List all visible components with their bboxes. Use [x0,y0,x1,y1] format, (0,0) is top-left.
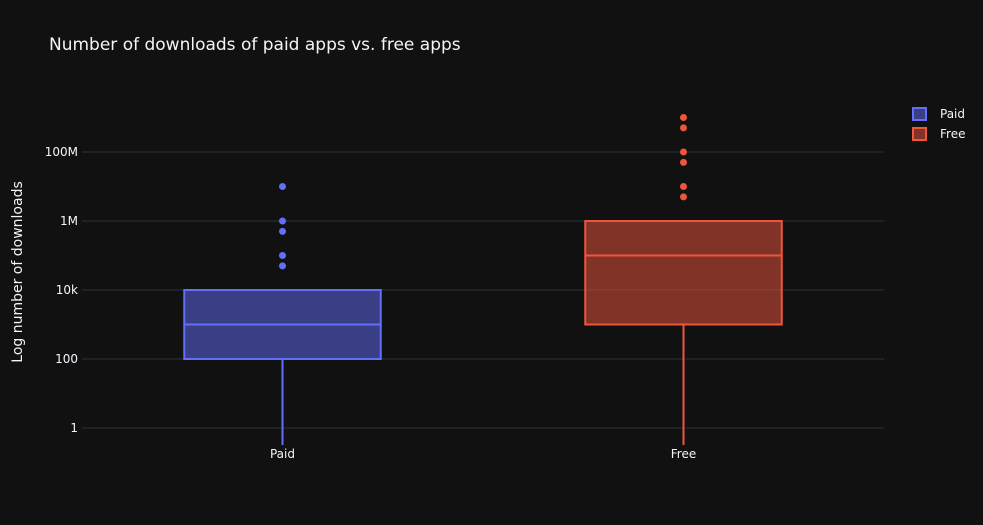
outlier-point [279,262,286,270]
outlier-point [680,148,687,156]
outlier-point [680,158,687,166]
outlier-point [680,114,687,121]
chart-background [0,0,983,525]
box-iqr [584,220,783,326]
x-tick-label: Free [671,447,696,461]
y-tick-label: 1 [70,421,78,435]
outlier-point [279,252,286,259]
y-tick-label: 100M [45,145,78,159]
legend-swatch-paid [912,107,927,121]
y-axis-title: Log number of downloads [10,181,26,362]
y-tick-label: 1M [60,214,78,228]
box-plot-chart: Number of downloads of paid apps vs. fre… [0,0,983,525]
outlier-point [279,227,286,235]
outlier-point [279,183,286,190]
outlier-point [279,217,286,225]
chart-title: Number of downloads of paid apps vs. fre… [49,35,461,55]
legend-swatch-free [912,127,927,141]
x-tick-label: Paid [270,447,295,461]
outlier-point [680,124,687,132]
y-tick-label: 10k [56,283,78,297]
y-tick-label: 100 [55,352,78,366]
outlier-point [680,193,687,201]
legend-label-free: Free [940,127,965,141]
outlier-point [680,183,687,190]
legend-label-paid: Paid [940,107,965,121]
